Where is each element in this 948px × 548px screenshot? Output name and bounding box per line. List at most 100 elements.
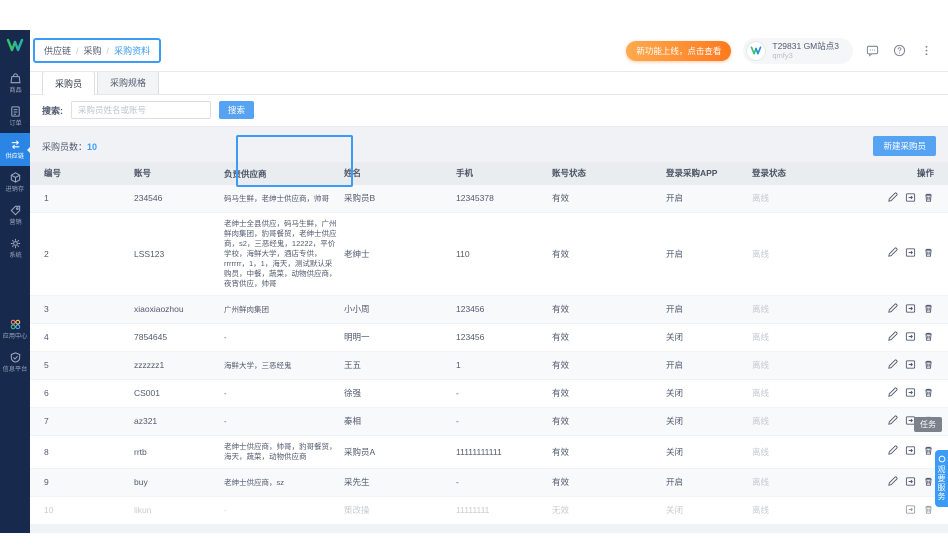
name: 老绅士 <box>344 248 370 259</box>
delete-icon[interactable] <box>923 192 934 206</box>
sidebar-item-inventory[interactable]: 进销存 <box>0 166 30 199</box>
search-button[interactable]: 搜索 <box>219 101 255 119</box>
supplier-list: 老绅士供应商，sz <box>224 477 284 487</box>
account-status: 有效 <box>552 388 570 398</box>
bag-icon <box>9 72 22 85</box>
edit-icon[interactable] <box>887 414 898 429</box>
sidebar-item-label: 进销存 <box>5 186 25 193</box>
column-header: 操作 <box>916 168 934 178</box>
supplier-list: 老绅士全县供应，码马生鲜，广州鲜肉集团，豹哥餐贸，老绅士供应商，s2，三恶经鬼，… <box>224 219 337 288</box>
sidebar-item-order[interactable]: 订单 <box>0 100 30 133</box>
more-menu-icon[interactable] <box>919 43 934 58</box>
create-purchaser-button[interactable]: 新建采购员 <box>873 136 936 156</box>
user-name: T29831 GM站点3 <box>772 40 839 51</box>
phone: 123456 <box>456 304 485 314</box>
transfer-icon[interactable] <box>905 445 916 459</box>
row-actions <box>868 381 948 407</box>
supplier-list: - <box>224 505 227 515</box>
column-header: 姓名 <box>344 168 362 178</box>
edit-icon[interactable] <box>887 330 898 345</box>
row-number: 3 <box>44 304 49 314</box>
app-login-switch: 开启 <box>666 248 684 259</box>
breadcrumb-current[interactable]: 采购资料 <box>114 44 150 57</box>
avatar <box>746 40 767 61</box>
table-row: 1 234546 码马生鲜，老绅士供应商，帅哥 采购员B 12345378 有效 开启 离线 <box>30 185 948 213</box>
delete-icon[interactable] <box>923 359 934 373</box>
account: likun <box>134 505 152 515</box>
edit-icon[interactable] <box>887 475 898 490</box>
help-icon[interactable] <box>892 43 907 58</box>
sidebar-item-bag[interactable]: 商品 <box>0 67 30 100</box>
user-menu[interactable]: T29831 GM站点3 qmfy3 <box>743 37 853 64</box>
edit-icon[interactable] <box>887 358 898 373</box>
transfer-icon[interactable] <box>905 476 916 490</box>
sidebar-item-label: 订单 <box>8 120 22 127</box>
account-status: 有效 <box>552 332 570 342</box>
login-status: 离线 <box>752 332 770 342</box>
column-header: 登录采购APP <box>666 168 718 178</box>
app-login-switch: 开启 <box>666 477 684 487</box>
delete-icon[interactable] <box>923 476 934 490</box>
sidebar-item-apps[interactable]: 应用中心 <box>0 313 30 346</box>
transfer-icon[interactable] <box>905 387 916 401</box>
edit-icon[interactable] <box>887 247 898 261</box>
search-input[interactable] <box>71 101 211 119</box>
account-status: 有效 <box>552 248 570 259</box>
transfer-icon[interactable] <box>905 504 916 518</box>
login-status: 离线 <box>752 477 770 487</box>
row-number: 5 <box>44 360 49 370</box>
phone: 11111111 <box>456 505 490 515</box>
topbar: 供应链 / 采购 / 采购资料 新功能上线，点击查看 T29831 GM站点3 … <box>30 30 948 72</box>
table-row: 10 likun - 策改操 11111111 无效 关闭 离线 <box>30 497 948 525</box>
purchaser-table: 编号 账号 负责供应商 姓名 手机 账号状态 登录采购APP 登录状态 操作 1 234546 码马… <box>30 162 948 525</box>
app-login-switch: 开启 <box>666 304 684 314</box>
name: 王五 <box>344 360 362 370</box>
phone: - <box>456 477 459 487</box>
login-status: 离线 <box>752 388 770 398</box>
row-number: 7 <box>44 416 49 426</box>
service-widget[interactable]: 观要服务 <box>935 450 948 507</box>
service-icon <box>938 455 945 463</box>
app-login-switch: 关闭 <box>666 388 684 398</box>
transfer-icon[interactable] <box>905 331 916 345</box>
table-row: 9 buy 老绅士供应商，sz 采先生 - 有效 开启 离线 <box>30 469 948 497</box>
delete-icon[interactable] <box>923 247 934 261</box>
edit-icon[interactable] <box>887 445 898 459</box>
delete-icon[interactable] <box>923 331 934 345</box>
edit-icon[interactable] <box>887 302 898 317</box>
transfer-icon[interactable] <box>905 192 916 206</box>
tab-purchase-specs[interactable]: 采购规格 <box>97 72 160 94</box>
sidebar-item-label: 营销 <box>8 219 22 226</box>
transfer-icon[interactable] <box>905 247 916 261</box>
delete-icon[interactable] <box>923 504 934 518</box>
message-icon[interactable] <box>865 43 880 58</box>
transfer-icon[interactable] <box>905 303 916 317</box>
platform-icon <box>9 351 22 364</box>
sidebar-item-gear[interactable]: 系统 <box>0 232 30 265</box>
edit-icon[interactable] <box>887 191 898 206</box>
column-header: 账号状态 <box>552 168 587 178</box>
sidebar-item-tag[interactable]: 营销 <box>0 199 30 232</box>
delete-icon[interactable] <box>923 303 934 317</box>
delete-icon[interactable] <box>923 445 934 459</box>
new-feature-banner[interactable]: 新功能上线，点击查看 <box>626 40 732 61</box>
edit-icon[interactable] <box>887 386 898 401</box>
row-actions <box>868 353 948 379</box>
table-header-row: 编号 账号 负责供应商 姓名 手机 账号状态 登录采购APP 登录状态 操作 <box>30 162 948 185</box>
table-row: 2 LSS123 老绅士全县供应，码马生鲜，广州鲜肉集团，豹哥餐贸，老绅士供应商，s… <box>30 213 948 296</box>
app-login-switch: 开启 <box>666 360 684 370</box>
breadcrumb-item[interactable]: 采购 <box>84 44 102 57</box>
breadcrumb-item[interactable]: 供应链 <box>44 44 71 57</box>
delete-icon[interactable] <box>923 387 934 401</box>
account-status: 有效 <box>552 304 570 314</box>
sidebar-item-platform[interactable]: 信息平台 <box>0 346 30 379</box>
supplier-list: - <box>224 388 227 398</box>
row-number: 1 <box>44 193 49 203</box>
account-status: 有效 <box>552 446 570 457</box>
login-status: 离线 <box>752 446 770 457</box>
service-widget-label: 观要服务 <box>937 465 946 501</box>
transfer-icon[interactable] <box>905 359 916 373</box>
tab-purchasers[interactable]: 采购员 <box>42 72 96 95</box>
name: 采先生 <box>344 477 370 487</box>
sidebar-item-supply-chain[interactable]: 供应链 <box>0 133 31 166</box>
